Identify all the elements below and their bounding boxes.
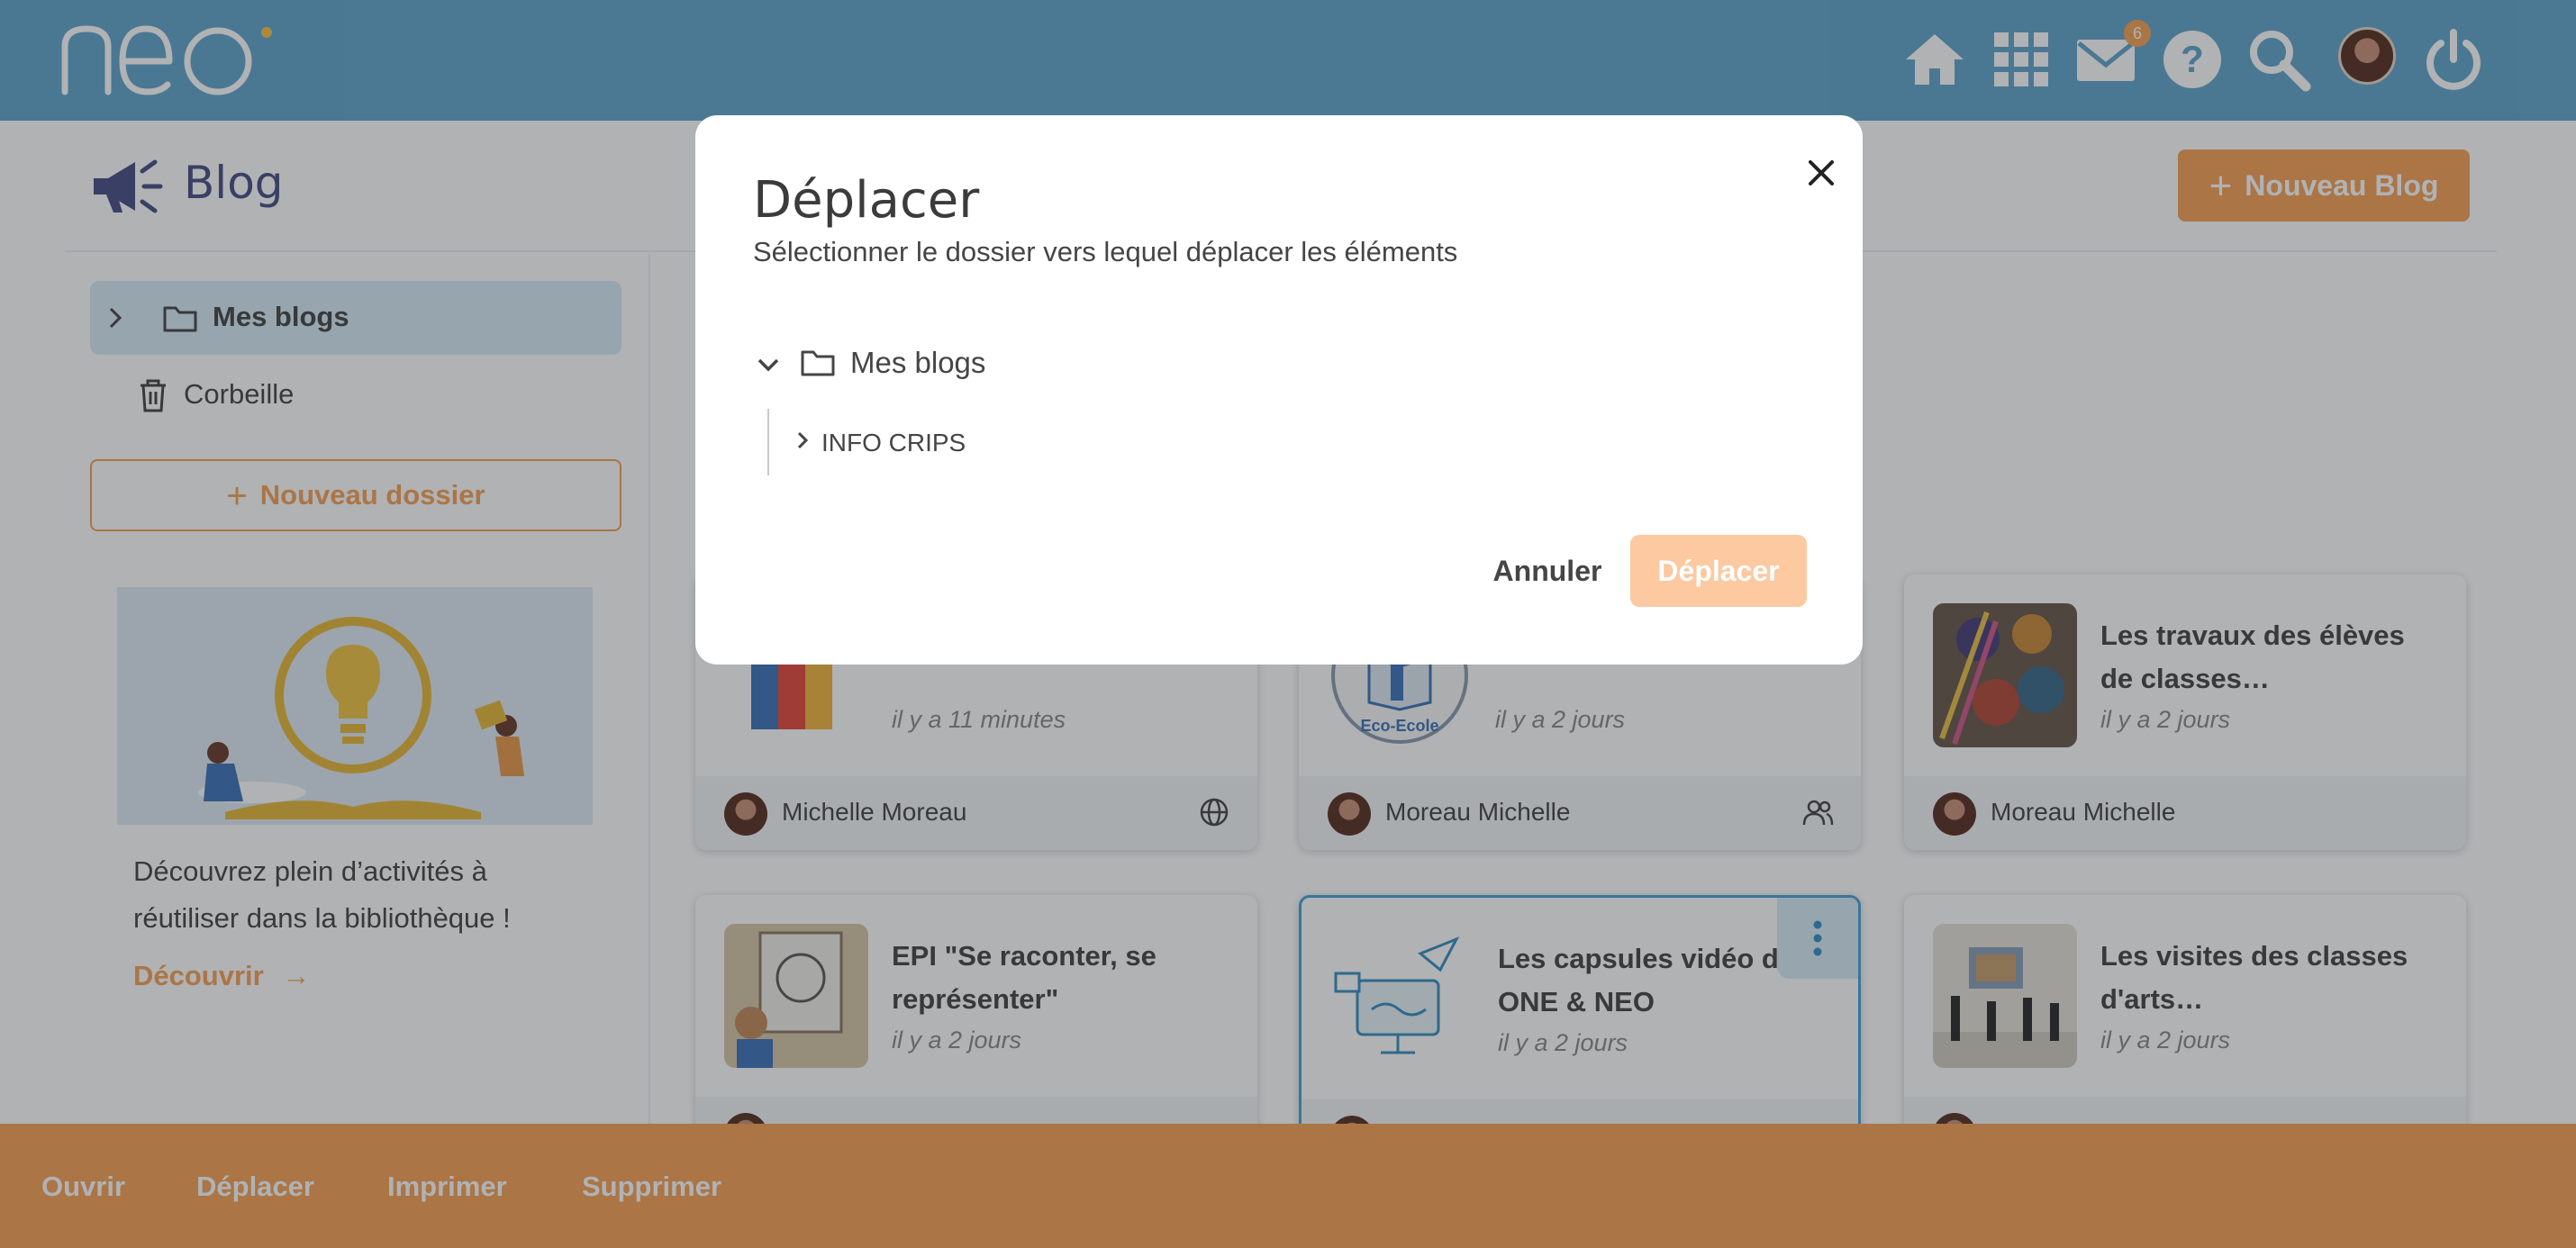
chevron-right-icon[interactable]	[793, 429, 812, 452]
confirm-move-button[interactable]: Déplacer	[1630, 535, 1807, 607]
dialog-title: Déplacer	[753, 171, 980, 230]
cancel-button[interactable]: Annuler	[1475, 535, 1619, 607]
dialog-subtitle: Sélectionner le dossier vers lequel dépl…	[753, 236, 1458, 267]
chevron-down-icon[interactable]	[755, 351, 782, 378]
move-dialog: Déplacer Sélectionner le dossier vers le…	[695, 115, 1863, 665]
close-icon[interactable]	[1796, 148, 1846, 198]
folder-icon	[801, 350, 835, 376]
tree-indent-line	[767, 409, 769, 475]
tree-node-mes-blogs[interactable]: Mes blogs	[850, 346, 985, 380]
tree-node-info-crips[interactable]: INFO CRIPS	[821, 429, 966, 457]
